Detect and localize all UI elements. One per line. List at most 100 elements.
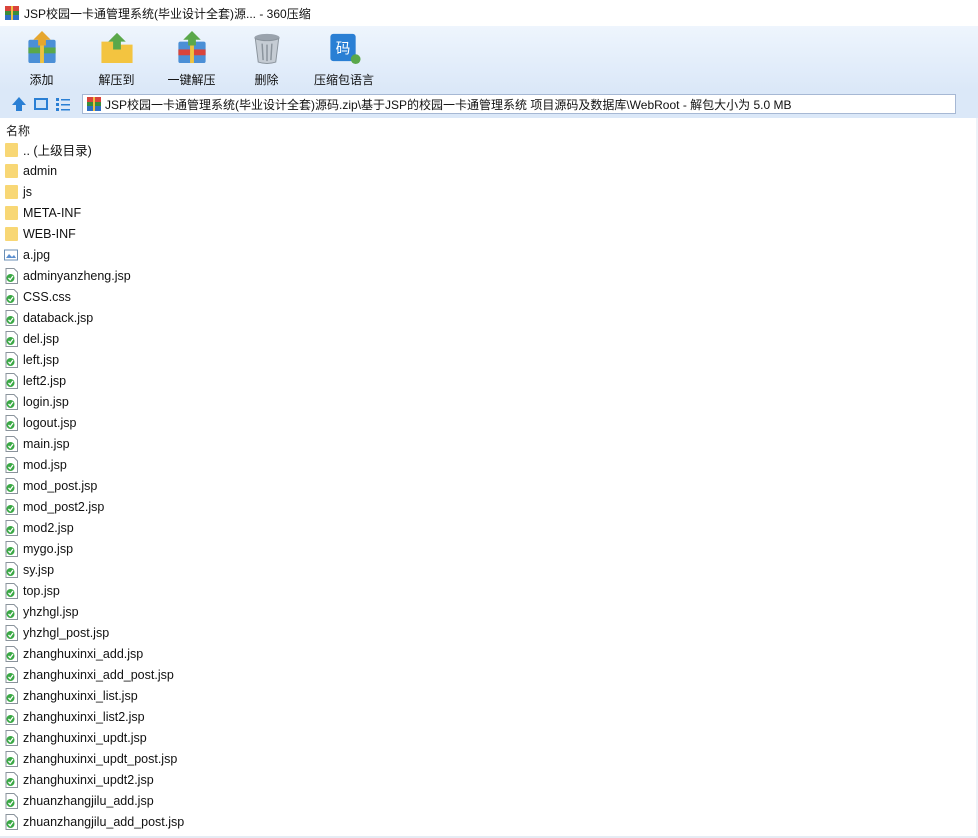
navigation-bar: JSP校园一卡通管理系统(毕业设计全套)源码.zip\基于JSP的校园一卡通管理… xyxy=(0,90,978,118)
folder-row[interactable]: js xyxy=(4,181,964,202)
jsp-file-icon xyxy=(4,498,18,515)
item-name: login.jsp xyxy=(23,394,69,409)
file-row[interactable]: mod2.jsp xyxy=(4,517,964,538)
file-row[interactable]: zhanghuxinxi_updt.jsp xyxy=(4,727,964,748)
item-name: mod_post.jsp xyxy=(23,478,98,493)
file-row[interactable]: mod.jsp xyxy=(4,454,964,475)
extract-to-button[interactable]: 解压到 xyxy=(79,26,154,88)
file-row[interactable]: top.jsp xyxy=(4,580,964,601)
large-icon-view-button[interactable] xyxy=(32,95,50,113)
file-row[interactable]: zhanghuxinxi_add_post.jsp xyxy=(4,664,964,685)
one-click-extract-icon xyxy=(177,30,206,64)
item-name: del.jsp xyxy=(23,331,60,346)
jsp-file-icon xyxy=(4,792,18,809)
folder-row[interactable]: .. (上级目录) xyxy=(4,139,964,160)
item-name: zhanghuxinxi_updt2.jsp xyxy=(23,772,154,787)
archive-language-label: 压缩包语言 xyxy=(313,73,374,87)
item-name: mygo.jsp xyxy=(23,541,74,556)
add-button-label: 添加 xyxy=(29,73,54,87)
file-row[interactable]: login.jsp xyxy=(4,391,964,412)
file-row[interactable]: yhzhgl.jsp xyxy=(4,601,964,622)
item-name: zhuanzhangjilu_add.jsp xyxy=(23,793,154,808)
file-row[interactable]: a.jpg xyxy=(4,244,964,265)
list-view-button[interactable] xyxy=(54,95,72,113)
window-title: JSP校园一卡通管理系统(毕业设计全套)源... - 360压缩 xyxy=(24,6,311,21)
file-row[interactable]: main.jsp xyxy=(4,433,964,454)
path-address-bar[interactable]: JSP校园一卡通管理系统(毕业设计全套)源码.zip\基于JSP的校园一卡通管理… xyxy=(82,94,956,114)
item-name: databack.jsp xyxy=(23,310,94,325)
jsp-file-icon xyxy=(4,561,18,578)
item-name: .. (上级目录) xyxy=(23,144,92,158)
toolbar: 添加 解压到 一键解压 删除 码 压缩包语言 xyxy=(0,26,978,90)
file-row[interactable]: mod_post.jsp xyxy=(4,475,964,496)
file-row[interactable]: sy.jsp xyxy=(4,559,964,580)
item-name: CSS.css xyxy=(23,289,71,304)
item-name: adminyanzheng.jsp xyxy=(23,268,131,283)
extract-to-label: 解压到 xyxy=(98,73,135,87)
jsp-file-icon xyxy=(4,267,18,284)
file-row[interactable]: zhuanzhangjilu_add.jsp xyxy=(4,790,964,811)
item-name: mod.jsp xyxy=(23,457,67,472)
add-button[interactable]: 添加 xyxy=(4,26,79,88)
item-name: left.jsp xyxy=(23,352,60,367)
file-row[interactable]: zhanghuxinxi_updt2.jsp xyxy=(4,769,964,790)
svg-text:码: 码 xyxy=(336,40,351,57)
delete-button[interactable]: 删除 xyxy=(229,26,304,88)
file-row[interactable]: mygo.jsp xyxy=(4,538,964,559)
archive-language-icon: 码 xyxy=(330,33,361,65)
jsp-file-icon xyxy=(4,582,18,599)
file-row[interactable]: del.jsp xyxy=(4,328,964,349)
file-row[interactable]: zhanghuxinxi_add.jsp xyxy=(4,643,964,664)
item-name: left2.jsp xyxy=(23,373,67,388)
file-row[interactable]: databack.jsp xyxy=(4,307,964,328)
delete-trash-icon xyxy=(253,33,280,65)
folder-row[interactable]: admin xyxy=(4,160,964,181)
jsp-file-icon xyxy=(4,645,18,662)
folder-icon xyxy=(4,184,18,200)
view-icons-icon xyxy=(34,98,48,110)
archive-language-button[interactable]: 码 压缩包语言 xyxy=(304,26,384,88)
item-name: sy.jsp xyxy=(23,562,55,577)
item-name: yhzhgl.jsp xyxy=(23,604,79,619)
folder-icon xyxy=(4,142,18,158)
item-name: mod_post2.jsp xyxy=(23,499,105,514)
item-name: META-INF xyxy=(23,205,82,220)
jsp-file-icon xyxy=(4,666,18,683)
file-row[interactable]: zhanghuxinxi_list2.jsp xyxy=(4,706,964,727)
file-row[interactable]: adminyanzheng.jsp xyxy=(4,265,964,286)
item-name: zhanghuxinxi_add_post.jsp xyxy=(23,667,174,682)
item-name: zhuanzhangjilu_add_post.jsp xyxy=(23,814,185,829)
file-row[interactable]: zhanghuxinxi_list.jsp xyxy=(4,685,964,706)
jsp-file-icon xyxy=(4,519,18,536)
jsp-file-icon xyxy=(4,624,18,641)
item-name: zhanghuxinxi_add.jsp xyxy=(23,646,144,661)
file-row[interactable]: zhuanzhangjilu_add_post.jsp xyxy=(4,811,964,832)
item-name: WEB-INF xyxy=(23,226,76,241)
folder-icon xyxy=(4,226,18,242)
extract-to-icon xyxy=(100,32,133,64)
item-name: admin xyxy=(23,163,58,178)
one-click-extract-label: 一键解压 xyxy=(167,73,216,87)
jsp-file-icon xyxy=(4,393,18,410)
jsp-file-icon xyxy=(4,477,18,494)
file-row[interactable]: zhanghuxinxi_updt_post.jsp xyxy=(4,748,964,769)
folder-row[interactable]: META-INF xyxy=(4,202,964,223)
item-name: js xyxy=(23,184,33,199)
column-header-name[interactable]: 名称 xyxy=(6,122,30,139)
file-row[interactable]: left2.jsp xyxy=(4,370,964,391)
archive-file-icon xyxy=(87,97,101,111)
jsp-file-icon xyxy=(4,288,18,305)
image-file-icon xyxy=(4,247,18,263)
file-row[interactable]: left.jsp xyxy=(4,349,964,370)
file-row[interactable]: CSS.css xyxy=(4,286,964,307)
jsp-file-icon xyxy=(4,771,18,788)
file-row[interactable]: logout.jsp xyxy=(4,412,964,433)
item-name: top.jsp xyxy=(23,583,60,598)
file-row[interactable]: mod_post2.jsp xyxy=(4,496,964,517)
path-text: JSP校园一卡通管理系统(毕业设计全套)源码.zip\基于JSP的校园一卡通管理… xyxy=(105,97,792,112)
file-row[interactable]: yhzhgl_post.jsp xyxy=(4,622,964,643)
one-click-extract-button[interactable]: 一键解压 xyxy=(154,26,229,88)
up-level-button[interactable] xyxy=(10,95,28,113)
folder-row[interactable]: WEB-INF xyxy=(4,223,964,244)
arrow-up-icon xyxy=(12,97,26,111)
